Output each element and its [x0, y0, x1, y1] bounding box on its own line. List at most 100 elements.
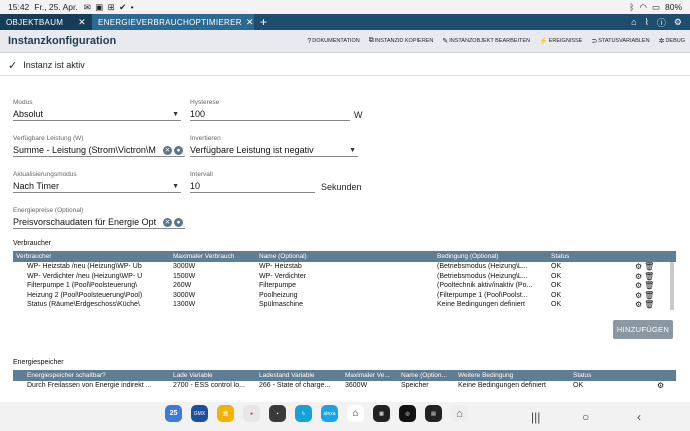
- dropdown-arrow-icon: ▼: [349, 147, 356, 154]
- wifi-icon: ◠: [639, 1, 647, 12]
- user-icon[interactable]: ●: [174, 146, 183, 155]
- close-icon[interactable]: ✕: [246, 17, 254, 28]
- settings-icon[interactable]: ⚙: [674, 17, 682, 28]
- bank-app-icon[interactable]: 🏛: [217, 405, 234, 422]
- add-consumer-button[interactable]: HINZUFÜGEN: [613, 320, 673, 339]
- trash-icon[interactable]: 🗑: [644, 300, 654, 309]
- column-header[interactable]: Status: [570, 370, 654, 381]
- status-variables-button[interactable]: ⊃ STATUSVARIABLEN: [591, 37, 649, 45]
- bug-icon: ✲: [658, 38, 665, 45]
- invertieren-label: Invertieren: [190, 135, 221, 142]
- user-icon[interactable]: ●: [174, 218, 183, 227]
- calendar-app-icon[interactable]: 25: [165, 405, 182, 422]
- dropdown-arrow-icon: ▼: [172, 183, 179, 190]
- column-header[interactable]: Lade Variable: [170, 370, 256, 381]
- alexa-app-icon[interactable]: alexa: [321, 405, 338, 422]
- documentation-button[interactable]: ? DOKUMENTATION: [307, 37, 359, 45]
- notification-icons: ✉ ▣ ⊞ ✔ •: [83, 1, 135, 12]
- column-header[interactable]: Maximaler Verbrauch: [170, 251, 256, 262]
- column-header[interactable]: Status: [548, 251, 632, 262]
- tab-label: OBJEKTBAUM: [6, 17, 64, 27]
- add-tab-button[interactable]: +: [254, 14, 273, 30]
- column-header[interactable]: Maximaler Ve...: [342, 370, 398, 381]
- invertieren-select[interactable]: Invertieren Verfügbare Leistung ist nega…: [190, 135, 358, 157]
- energiepreise-selector[interactable]: Energiepreise (Optional) Preisvorschauda…: [13, 207, 185, 229]
- sonos-app-icon[interactable]: ▪: [269, 405, 286, 422]
- column-header[interactable]: Ladestand Variable: [256, 370, 342, 381]
- verbraucher-scrollbar[interactable]: [670, 262, 674, 310]
- gear-icon[interactable]: ⚙: [635, 291, 642, 300]
- events-button[interactable]: ⚡ EREIGNISSE: [539, 37, 582, 45]
- column-header[interactable]: Name (Option...: [398, 370, 455, 381]
- power-app-icon[interactable]: ϟ: [295, 405, 312, 422]
- gear-icon[interactable]: ⚙: [635, 262, 642, 271]
- signal-icon[interactable]: ⌇: [645, 17, 649, 28]
- copy-icon: ⧉: [368, 37, 374, 44]
- trash-icon[interactable]: 🗑: [644, 272, 654, 281]
- column-header[interactable]: Energiespeicher schaltbar?: [13, 370, 170, 381]
- trash-icon[interactable]: 🗑: [644, 291, 654, 300]
- table-header-row: Verbraucher Maximaler Verbrauch Name (Op…: [13, 251, 676, 262]
- table-row[interactable]: Durch Freilassen von Energie indirekt ..…: [13, 381, 676, 391]
- edit-instance-object-button[interactable]: ✎ INSTANZOBJEKT BEARBEITEN: [442, 37, 530, 45]
- close-icon[interactable]: ✕: [78, 17, 86, 28]
- invertieren-value: Verfügbare Leistung ist negativ: [190, 145, 314, 155]
- record-app-icon[interactable]: ●: [243, 405, 260, 422]
- app-icon[interactable]: ▤: [425, 405, 442, 422]
- basket-icon[interactable]: ⌂: [631, 17, 636, 27]
- audio-app-icon[interactable]: ◎: [399, 405, 416, 422]
- instance-active-toggle[interactable]: ✓ Instanz ist aktiv: [0, 55, 690, 76]
- hysterese-value: 100: [190, 109, 206, 119]
- gmx-app-icon[interactable]: GMX: [191, 405, 208, 422]
- tab-energieverbrauchoptimierer[interactable]: ENERGIEVERBRAUCHOPTIMIERER ✕: [92, 14, 254, 30]
- wrench-icon: ✎: [442, 38, 449, 45]
- media-app-icon[interactable]: ▦: [373, 405, 390, 422]
- intervall-value: 10: [190, 181, 201, 191]
- column-header[interactable]: Weitere Bedingung: [455, 370, 570, 381]
- energiepreise-label: Energiepreise (Optional): [13, 207, 84, 214]
- recent-apps-icon[interactable]: |||: [531, 410, 540, 424]
- aktualisierungsmodus-label: Aktualisierungsmodus: [13, 171, 77, 178]
- variables-icon: ⊃: [591, 38, 598, 45]
- page-title: Instanzkonfiguration: [8, 35, 117, 47]
- clear-icon[interactable]: ✕: [163, 146, 172, 155]
- column-header[interactable]: Name (Optional): [256, 251, 434, 262]
- table-row[interactable]: WP- Heizstab /neu (Heizung\WP- Üb 3000W WP…: [13, 262, 676, 272]
- back-icon[interactable]: ‹: [637, 410, 641, 424]
- clear-icon[interactable]: ✕: [163, 218, 172, 227]
- intervall-input[interactable]: Intervall 10: [190, 171, 315, 193]
- table-row[interactable]: Heizung 2 (Pool\Poolsteuerung\Pool) 3000W…: [13, 291, 676, 301]
- verbraucher-table: Verbraucher Maximaler Verbrauch Name (Op…: [13, 251, 676, 312]
- leistung-selector[interactable]: Verfügbare Leistung (W) Summe - Leistung…: [13, 135, 185, 157]
- system-status-bar: 15:42 Fr., 25. Apr. ✉ ▣ ⊞ ✔ • ᛒ ◠ ▭ 80%: [0, 0, 690, 14]
- gear-icon[interactable]: ⚙: [657, 381, 664, 390]
- debug-button[interactable]: ✲ DEBUG: [659, 37, 685, 45]
- hysterese-input[interactable]: Hysterese 100: [190, 99, 350, 121]
- table-row[interactable]: Status (Räume\Erdgeschoss\Küche\ 1300W Spü…: [13, 300, 676, 310]
- column-header[interactable]: Bedingung (Optional): [434, 251, 548, 262]
- tab-objektbaum[interactable]: OBJEKTBAUM ✕: [0, 14, 92, 30]
- table-row[interactable]: WP- Verdichter /neu (Heizung\WP- Ü 1500W W…: [13, 272, 676, 282]
- home-button-icon[interactable]: ⌂: [451, 405, 468, 422]
- gear-icon[interactable]: ⚙: [635, 272, 642, 281]
- battery-percent: 80%: [664, 2, 682, 12]
- dropdown-arrow-icon: ▼: [172, 111, 179, 118]
- modus-select[interactable]: Modus Absolut ▼: [13, 99, 181, 121]
- instance-active-label: Instanz ist aktiv: [23, 60, 85, 70]
- home-app-icon[interactable]: ⌂: [347, 405, 364, 422]
- tab-label: ENERGIEVERBRAUCHOPTIMIERER: [98, 17, 242, 27]
- trash-icon[interactable]: 🗑: [644, 281, 654, 290]
- status-time: 15:42: [8, 2, 30, 12]
- hysterese-label: Hysterese: [190, 99, 220, 106]
- copy-instance-id-button[interactable]: ⧉ INSTANZID KOPIEREN: [369, 37, 434, 45]
- gear-icon[interactable]: ⚙: [635, 300, 642, 309]
- table-row[interactable]: Filterpumpe 1 (Pool\Poolsteuerung\ 260W Fi…: [13, 281, 676, 291]
- energiepreise-value: Preisvorschaudaten für Energie Opt: [13, 217, 157, 227]
- gear-icon[interactable]: ⚙: [635, 281, 642, 290]
- home-nav-icon[interactable]: ○: [582, 410, 589, 424]
- column-header[interactable]: Verbraucher: [13, 251, 170, 262]
- trash-icon[interactable]: 🗑: [644, 262, 654, 271]
- aktualisierungsmodus-select[interactable]: Aktualisierungsmodus Nach Timer ▼: [13, 171, 181, 193]
- energiespeicher-table: Energiespeicher schaltbar? Lade Variable…: [13, 370, 676, 392]
- info-icon[interactable]: ⓘ: [657, 16, 666, 29]
